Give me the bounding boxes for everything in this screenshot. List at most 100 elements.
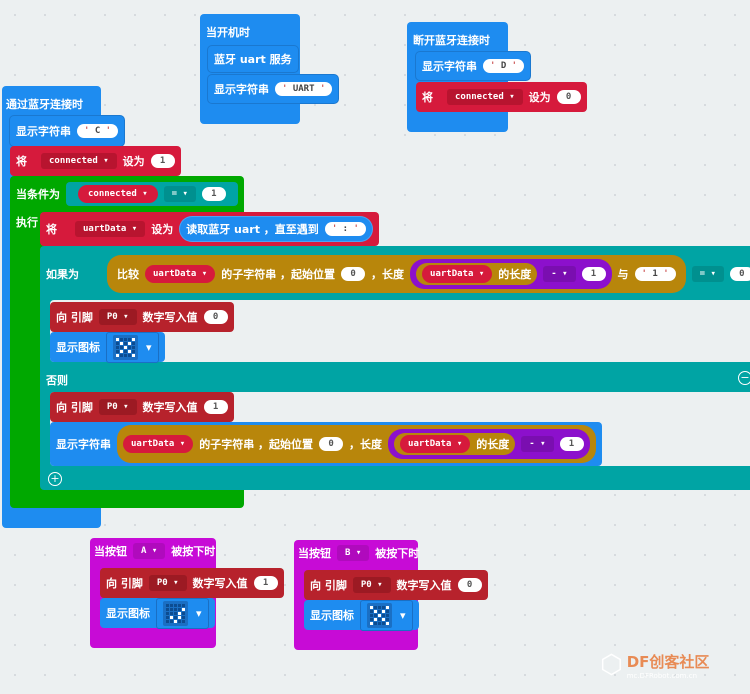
string-input[interactable]: UART bbox=[275, 82, 333, 96]
led bbox=[170, 619, 173, 623]
led bbox=[120, 349, 123, 353]
icon-dropdown[interactable]: ▾ bbox=[360, 599, 413, 631]
led bbox=[166, 611, 169, 615]
bluetooth-uart-service-block[interactable]: 蓝牙 uart 服务 bbox=[208, 46, 298, 72]
label: 向 引脚 bbox=[56, 311, 93, 324]
led bbox=[178, 603, 181, 607]
header: 当按钮 A 被按下时 bbox=[94, 543, 215, 559]
digital-write-block[interactable]: 向 引脚 P0 数字写入值 1 bbox=[100, 568, 284, 598]
string-input[interactable]: D bbox=[483, 59, 525, 73]
show-string-block[interactable]: 显示字符串 C bbox=[10, 116, 125, 146]
string-input[interactable]: C bbox=[77, 124, 119, 138]
operator-dropdown[interactable]: - bbox=[521, 436, 554, 452]
number-input[interactable]: 0 bbox=[341, 267, 366, 281]
led bbox=[374, 609, 377, 613]
pin-dropdown[interactable]: P0 bbox=[352, 577, 391, 593]
yes-icon bbox=[163, 600, 188, 626]
variable-dropdown[interactable]: uartData bbox=[422, 265, 493, 283]
pin-dropdown[interactable]: P0 bbox=[148, 575, 187, 591]
show-string-block[interactable]: 显示字符串 UART bbox=[208, 75, 339, 103]
set-uartdata-block[interactable]: 将 uartData 设为 读取蓝牙 uart ，直至遇到: bbox=[40, 212, 379, 246]
if-header: 如果为 比较 uartData 的子字符串 ，起始位置 0 ，长度 uartData 的… bbox=[46, 252, 750, 296]
length-block[interactable]: uartData 的长度 bbox=[394, 433, 516, 455]
led bbox=[182, 603, 185, 607]
led bbox=[174, 607, 177, 611]
label: 显示字符串 bbox=[422, 60, 477, 73]
operator-dropdown[interactable]: - bbox=[543, 266, 576, 282]
digital-write-block[interactable]: 向 引脚 P0 数字写入值 0 bbox=[50, 302, 234, 332]
else-label: 否则 bbox=[46, 374, 68, 387]
variable-dropdown[interactable]: uartData bbox=[145, 265, 216, 283]
compare-block[interactable]: connected = 1 bbox=[66, 182, 238, 206]
remove-else-icon[interactable]: − bbox=[738, 371, 750, 385]
set-variable-block[interactable]: 将 connected 设为 1 bbox=[10, 146, 181, 176]
number-input[interactable]: 1 bbox=[559, 437, 584, 451]
show-string-block[interactable]: 显示字符串 D bbox=[416, 52, 531, 80]
minus-block[interactable]: uartData 的长度-1 bbox=[410, 259, 612, 289]
digital-write-block[interactable]: 向 引脚 P0 数字写入值 1 bbox=[50, 392, 234, 422]
icon-dropdown[interactable]: ▾ bbox=[106, 331, 159, 363]
set-variable-block[interactable]: 将 connected 设为 0 bbox=[416, 82, 587, 112]
show-icon-block[interactable]: 显示图标 ▾ bbox=[50, 331, 165, 363]
label: 显示字符串 bbox=[56, 438, 111, 451]
number-input[interactable]: 0 bbox=[203, 310, 228, 324]
button-dropdown[interactable]: A bbox=[133, 543, 166, 559]
led bbox=[370, 605, 373, 609]
show-icon-block[interactable]: 显示图标 ▾ bbox=[304, 599, 419, 631]
variable-dropdown[interactable]: uartData bbox=[400, 435, 471, 453]
number-input[interactable]: 0 bbox=[319, 437, 344, 451]
operator-dropdown[interactable]: = bbox=[691, 266, 724, 282]
while-label: 当条件为 bbox=[16, 188, 60, 201]
minus-block[interactable]: uartData 的长度-1 bbox=[388, 429, 590, 459]
pin-dropdown[interactable]: P0 bbox=[98, 309, 137, 325]
label: 向 引脚 bbox=[106, 577, 143, 590]
variable-dropdown[interactable]: connected bbox=[78, 185, 158, 203]
cross-icon bbox=[367, 602, 392, 628]
label: 将 bbox=[46, 223, 57, 236]
variable-dropdown[interactable]: uartData bbox=[123, 435, 194, 453]
number-input[interactable]: 1 bbox=[201, 187, 226, 201]
button-dropdown[interactable]: B bbox=[337, 545, 370, 561]
compare-strings-block[interactable]: 比较 uartData的子字符串 ，起始位置0，长度 uartData的长度-1… bbox=[107, 255, 686, 293]
icon-dropdown[interactable]: ▾ bbox=[156, 597, 209, 629]
variable-dropdown[interactable]: connected bbox=[41, 153, 117, 169]
length-block[interactable]: uartData 的长度 bbox=[416, 263, 538, 285]
delimiter-input[interactable]: : bbox=[324, 222, 366, 236]
digital-write-block[interactable]: 向 引脚 P0 数字写入值 0 bbox=[304, 570, 488, 600]
led bbox=[178, 619, 181, 623]
led bbox=[174, 619, 177, 623]
variable-dropdown[interactable]: uartData bbox=[75, 221, 146, 237]
number-input[interactable]: 1 bbox=[150, 154, 175, 168]
variable-dropdown[interactable]: connected bbox=[447, 89, 523, 105]
led bbox=[178, 615, 181, 619]
operator-dropdown[interactable]: = bbox=[163, 186, 196, 202]
read-uart-until-block[interactable]: 读取蓝牙 uart ，直至遇到: bbox=[179, 216, 373, 242]
show-string-block[interactable]: 显示字符串 uartData 的子字符串 ，起始位置 0 ，长度 uartData 的长… bbox=[50, 422, 602, 466]
led bbox=[132, 341, 135, 345]
led bbox=[120, 337, 123, 341]
number-input[interactable]: 0 bbox=[729, 267, 750, 281]
led bbox=[124, 341, 127, 345]
number-input[interactable]: 0 bbox=[457, 578, 482, 592]
string-input[interactable]: 1 bbox=[634, 267, 676, 281]
add-else-if-icon[interactable]: + bbox=[48, 472, 62, 486]
robot-logo-icon: ⬡ bbox=[600, 650, 623, 680]
label: 显示图标 bbox=[310, 609, 354, 622]
label: 与 bbox=[617, 268, 629, 281]
label: ，长度 bbox=[349, 438, 383, 451]
number-input[interactable]: 1 bbox=[581, 267, 606, 281]
label: 显示字符串 bbox=[214, 83, 269, 96]
led bbox=[132, 345, 135, 349]
number-input[interactable]: 1 bbox=[203, 400, 228, 414]
label: 的子字符串 ，起始位置 bbox=[221, 268, 336, 281]
show-icon-block[interactable]: 显示图标 ▾ bbox=[100, 597, 215, 629]
led bbox=[178, 611, 181, 615]
number-input[interactable]: 0 bbox=[556, 90, 581, 104]
led bbox=[132, 353, 135, 357]
substring-block[interactable]: uartData 的子字符串 ，起始位置 0 ，长度 uartData 的长度-1 bbox=[117, 425, 596, 463]
number-input[interactable]: 1 bbox=[253, 576, 278, 590]
led bbox=[386, 613, 389, 617]
led bbox=[378, 609, 381, 613]
pin-dropdown[interactable]: P0 bbox=[98, 399, 137, 415]
led bbox=[382, 609, 385, 613]
